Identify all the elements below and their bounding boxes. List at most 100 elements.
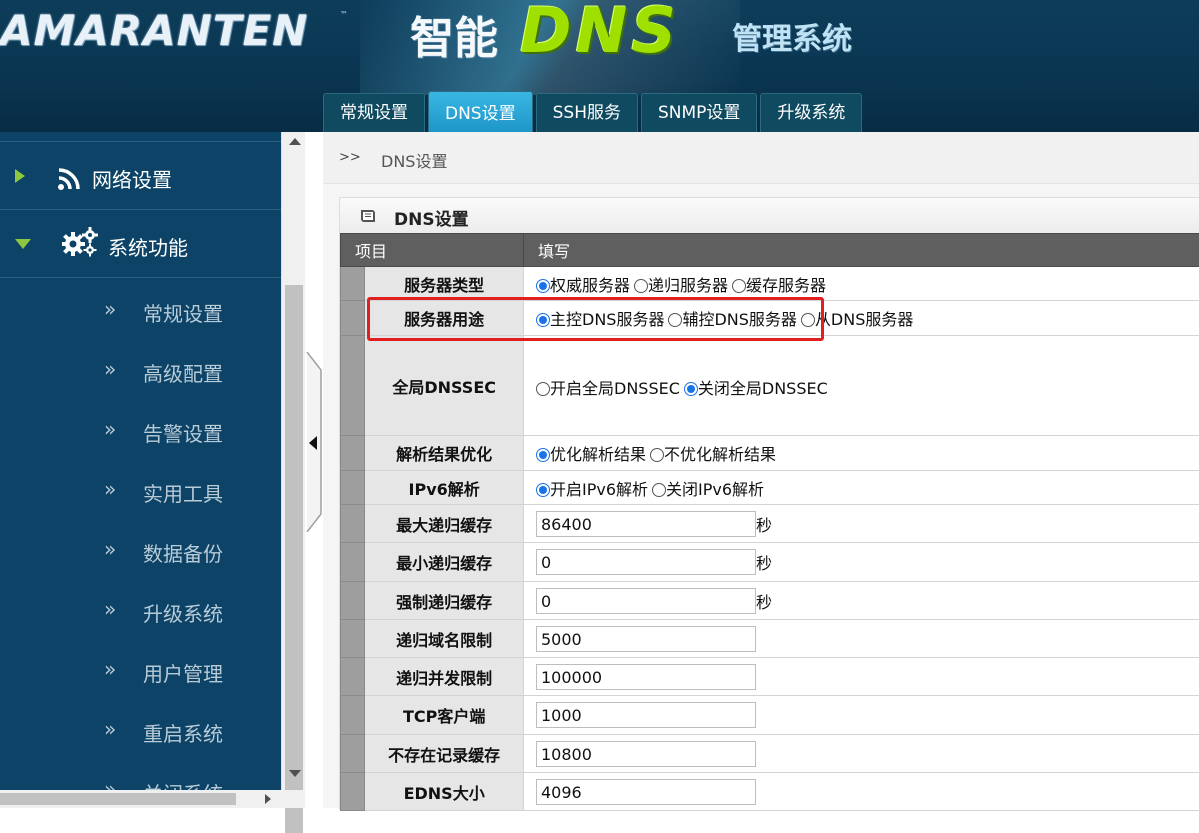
sidebar-item-general[interactable]: » 常规设置 — [0, 281, 281, 341]
radio-cache[interactable] — [732, 279, 746, 293]
sidebar-vertical-scrollbar[interactable] — [281, 132, 306, 790]
sidebar: 网络设置 系统功能 » 常 — [0, 132, 281, 790]
row-label: 不存在记录缓存 — [365, 735, 524, 773]
radio-dnssec-off[interactable] — [684, 382, 698, 396]
scroll-thumb[interactable] — [0, 793, 236, 805]
negative-cache-input[interactable]: 10800 — [536, 741, 756, 767]
sidebar-item-alerts[interactable]: » 告警设置 — [0, 401, 281, 461]
scroll-up-arrow-icon[interactable] — [289, 138, 301, 145]
sidebar-group-label: 系统功能 — [108, 232, 188, 261]
row-label: 递归域名限制 — [365, 620, 524, 658]
logo-zhineng: 智能 — [410, 2, 498, 66]
radio-label: 关闭IPv6解析 — [666, 480, 764, 499]
column-header-item: 项目 — [341, 234, 524, 267]
sidebar-item-label: 关闭系统 — [143, 778, 223, 790]
tab-snmp[interactable]: SNMP设置 — [641, 93, 757, 132]
min-recursive-cache-input[interactable]: 0 — [536, 549, 756, 575]
row-label: 服务器用途 — [365, 301, 524, 336]
row-label: 递归并发限制 — [365, 658, 524, 696]
chevron-icon: » — [104, 537, 116, 561]
sidebar-item-label: 升级系统 — [143, 598, 223, 627]
radio-label: 开启全局DNSSEC — [550, 379, 680, 398]
sidebar-item-upgrade[interactable]: » 升级系统 — [0, 581, 281, 641]
sidebar-item-label: 常规设置 — [143, 298, 223, 327]
scroll-down-arrow-icon[interactable] — [289, 770, 301, 777]
dns-settings-panel: DNS设置 项目 填写 服务器类型 权威服务器递归服务器缓存服务器 服务器用途 … — [339, 197, 1199, 810]
chevron-icon: » — [104, 417, 116, 441]
sidebar-item-label: 重启系统 — [143, 718, 223, 747]
sidebar-horizontal-scrollbar[interactable] — [0, 790, 281, 808]
table-row: IPv6解析 开启IPv6解析关闭IPv6解析 — [341, 471, 1199, 505]
scrollbar-corner — [281, 790, 305, 808]
table-row: 不存在记录缓存 10800 — [341, 735, 1199, 773]
radio-label: 权威服务器 — [550, 276, 630, 295]
sidebar-collapse-handle[interactable] — [305, 352, 323, 532]
table-header-row: 项目 填写 — [341, 234, 1199, 267]
radio-ipv6-off[interactable] — [652, 483, 666, 497]
edns-size-input[interactable]: 4096 — [536, 779, 756, 805]
sidebar-group-system[interactable]: 系统功能 — [0, 210, 281, 278]
recursive-concurrency-input[interactable]: 100000 — [536, 664, 756, 690]
unit-label: 秒 — [756, 516, 772, 535]
table-row: EDNS大小 4096 — [341, 773, 1199, 811]
scroll-right-arrow-icon[interactable] — [265, 794, 271, 804]
radio-master-dns[interactable] — [536, 313, 550, 327]
breadcrumb: >> DNS设置 — [323, 132, 1199, 184]
row-label: 全局DNSSEC — [365, 336, 524, 436]
sidebar-item-users[interactable]: » 用户管理 — [0, 641, 281, 701]
radio-slave-dns[interactable] — [801, 313, 815, 327]
sidebar-item-advanced[interactable]: » 高级配置 — [0, 341, 281, 401]
sidebar-group-label: 网络设置 — [92, 164, 172, 193]
sidebar-item-label: 高级配置 — [143, 358, 223, 387]
radio-label: 优化解析结果 — [550, 445, 646, 464]
sidebar-item-label: 用户管理 — [143, 658, 223, 687]
row-label: 解析结果优化 — [365, 436, 524, 471]
settings-table: 项目 填写 服务器类型 权威服务器递归服务器缓存服务器 服务器用途 主控DNS服… — [340, 233, 1199, 811]
brand-logo: AMARANTEN — [0, 6, 308, 55]
sidebar-item-tools[interactable]: » 实用工具 — [0, 461, 281, 521]
scroll-thumb[interactable] — [285, 285, 303, 833]
chevron-icon: » — [104, 597, 116, 621]
radio-aux-dns[interactable] — [668, 313, 682, 327]
chevron-icon: » — [104, 297, 116, 321]
tab-upgrade[interactable]: 升级系统 — [760, 93, 862, 132]
table-row: 最大递归缓存 86400秒 — [341, 505, 1199, 543]
table-row: 服务器类型 权威服务器递归服务器缓存服务器 — [341, 267, 1199, 301]
top-tabs: 常规设置 DNS设置 SSH服务 SNMP设置 升级系统 — [323, 91, 862, 132]
force-recursive-cache-input[interactable]: 0 — [536, 588, 756, 614]
sidebar-item-label: 实用工具 — [143, 478, 223, 507]
radio-optimize-off[interactable] — [650, 448, 664, 462]
tab-ssh[interactable]: SSH服务 — [536, 93, 638, 132]
chevron-icon: » — [104, 357, 116, 381]
table-row: 解析结果优化 优化解析结果不优化解析结果 — [341, 436, 1199, 471]
server-type-options: 权威服务器递归服务器缓存服务器 — [524, 267, 1199, 301]
max-recursive-cache-input[interactable]: 86400 — [536, 511, 756, 537]
column-header-fill: 填写 — [524, 234, 1199, 267]
radio-authoritative[interactable] — [536, 279, 550, 293]
table-row: 递归域名限制 5000 — [341, 620, 1199, 658]
sidebar-item-backup[interactable]: » 数据备份 — [0, 521, 281, 581]
chevron-icon: » — [104, 717, 116, 741]
table-row: 最小递归缓存 0秒 — [341, 543, 1199, 582]
row-label: EDNS大小 — [365, 773, 524, 811]
tab-general[interactable]: 常规设置 — [323, 93, 425, 132]
row-label: 最大递归缓存 — [365, 505, 524, 543]
radio-label: 辅控DNS服务器 — [682, 310, 796, 329]
radio-label: 从DNS服务器 — [815, 310, 913, 329]
radio-recursive[interactable] — [634, 279, 648, 293]
radio-optimize-on[interactable] — [536, 448, 550, 462]
sidebar-group-network[interactable]: 网络设置 — [0, 141, 281, 210]
tcp-clients-input[interactable]: 1000 — [536, 702, 756, 728]
tab-dns[interactable]: DNS设置 — [428, 91, 533, 132]
radio-ipv6-on[interactable] — [536, 483, 550, 497]
sidebar-item-shutdown[interactable]: » 关闭系统 — [0, 761, 281, 790]
sidebar-item-reboot[interactable]: » 重启系统 — [0, 701, 281, 761]
row-label: 强制递归缓存 — [365, 582, 524, 620]
brand-trademark: ™ — [340, 10, 348, 19]
table-row: 强制递归缓存 0秒 — [341, 582, 1199, 620]
radio-dnssec-on[interactable] — [536, 382, 550, 396]
logo-system: 管理系统 — [732, 14, 852, 58]
row-label: IPv6解析 — [365, 471, 524, 505]
table-row: 全局DNSSEC 开启全局DNSSEC关闭全局DNSSEC — [341, 336, 1199, 436]
recursive-domain-limit-input[interactable]: 5000 — [536, 626, 756, 652]
